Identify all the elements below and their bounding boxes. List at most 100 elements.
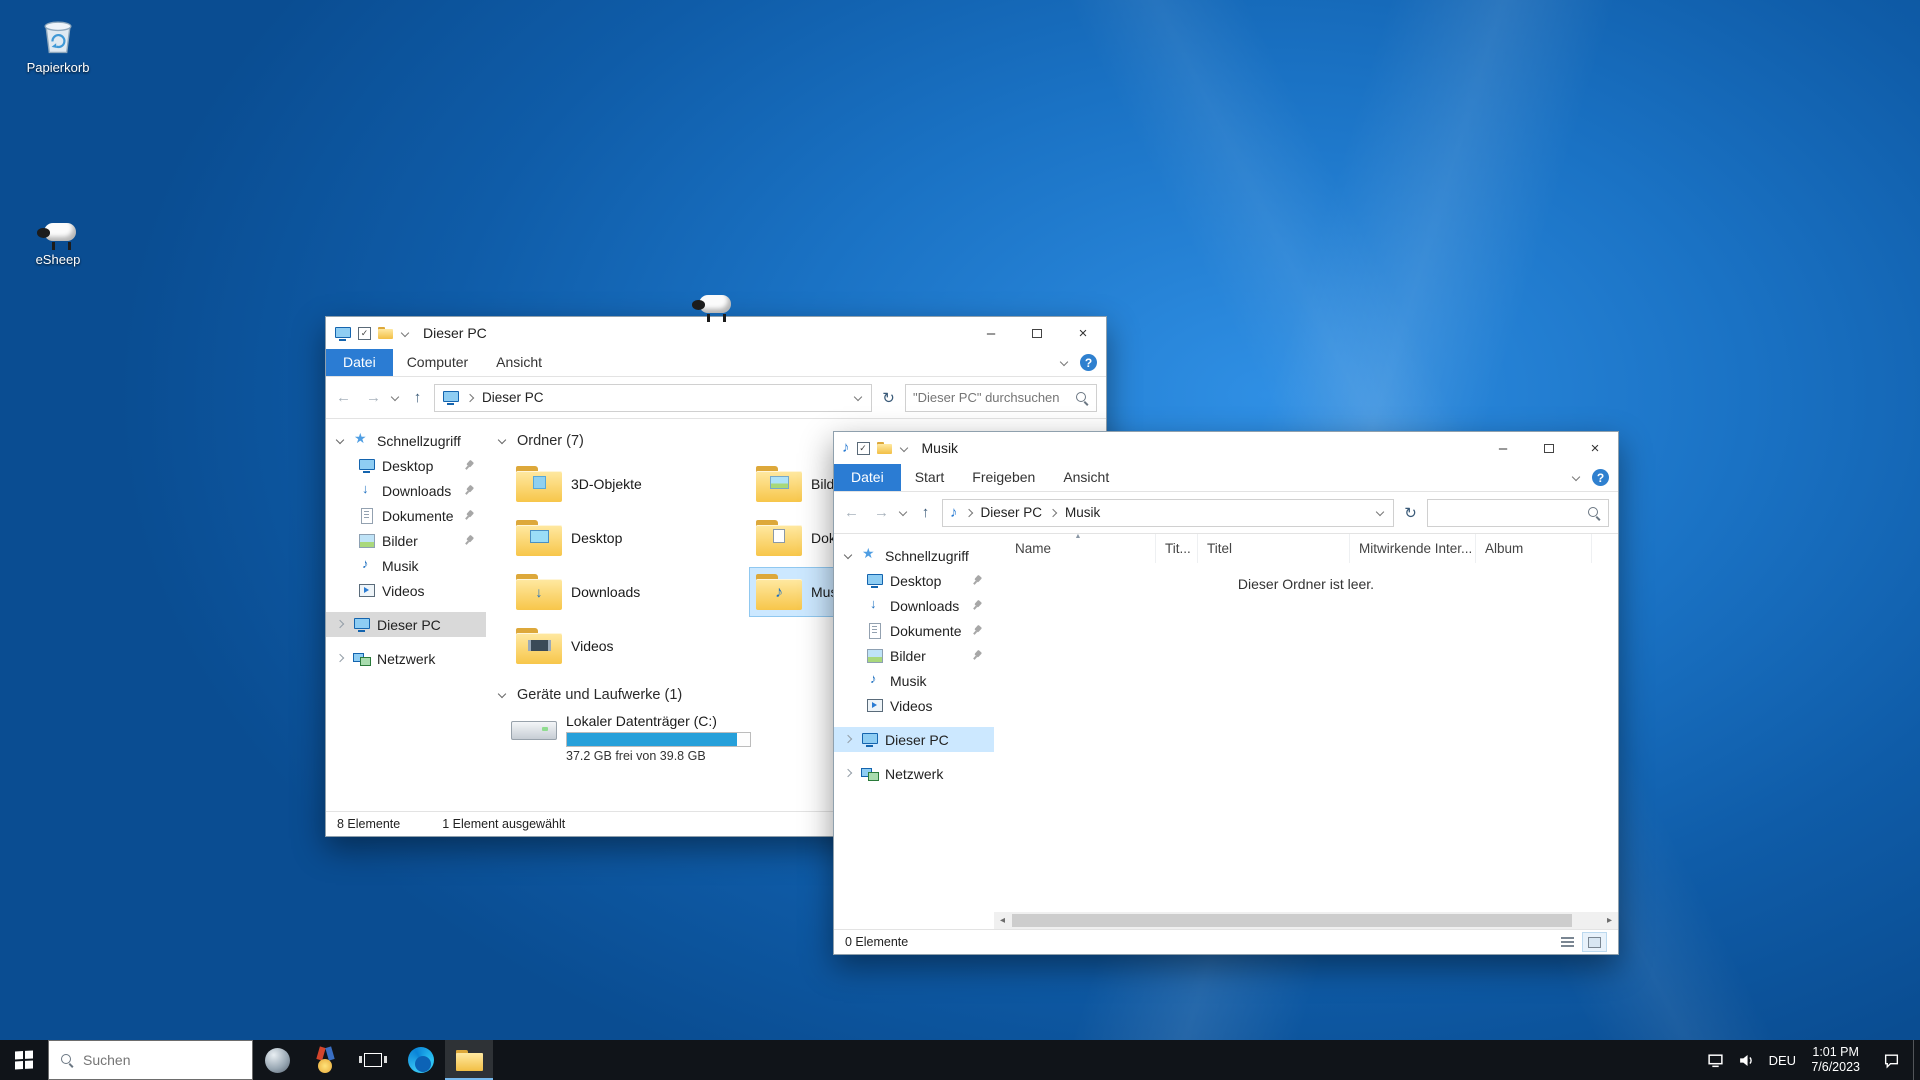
qat-new-folder-icon[interactable] (378, 327, 393, 339)
refresh-button[interactable]: ↻ (1397, 499, 1424, 526)
horizontal-scrollbar[interactable]: ◂ ▸ (994, 912, 1618, 929)
sidebar-item-bilder[interactable]: Bilder (326, 528, 486, 553)
expand-chevron-icon[interactable] (334, 619, 346, 631)
breadcrumb-this-pc[interactable]: Dieser PC (981, 505, 1043, 520)
close-button[interactable]: × (1572, 432, 1618, 464)
sidebar-item-downloads[interactable]: Downloads (834, 593, 994, 618)
tab-ansicht[interactable]: Ansicht (1049, 464, 1123, 491)
forward-button[interactable]: → (360, 384, 387, 411)
sidebar-item-this-pc[interactable]: Dieser PC (326, 612, 486, 637)
up-button[interactable]: ↑ (404, 384, 431, 411)
expand-chevron-icon[interactable] (842, 550, 854, 562)
folder-tile-downloads[interactable]: Downloads (510, 568, 742, 616)
breadcrumb-chevron-icon[interactable] (1049, 508, 1058, 517)
tab-start[interactable]: Start (901, 464, 959, 491)
tab-datei[interactable]: Datei (326, 349, 393, 376)
column-header-album[interactable]: Album (1476, 534, 1592, 563)
column-header-mitwirkende[interactable]: Mitwirkende Inter... (1350, 534, 1476, 563)
address-dropdown-icon[interactable] (853, 392, 864, 403)
expand-chevron-icon[interactable] (842, 734, 854, 746)
search-input[interactable] (913, 390, 1069, 405)
large-icons-view-button[interactable] (1582, 932, 1607, 952)
sidebar-item-videos[interactable]: Videos (326, 578, 486, 603)
sidebar-item-desktop[interactable]: Desktop (834, 568, 994, 593)
breadcrumb-this-pc[interactable]: Dieser PC (482, 390, 544, 405)
help-icon[interactable]: ? (1080, 354, 1097, 371)
maximize-button[interactable] (1526, 432, 1572, 464)
sidebar-item-this-pc[interactable]: Dieser PC (834, 727, 994, 752)
search-box[interactable] (1427, 499, 1609, 527)
minimize-button[interactable]: – (968, 317, 1014, 349)
action-center-icon[interactable] (1869, 1040, 1913, 1080)
search-box[interactable] (905, 384, 1097, 412)
sidebar-item-bilder[interactable]: Bilder (834, 643, 994, 668)
sidebar-item-netzwerk[interactable]: Netzwerk (326, 646, 486, 671)
scroll-right-icon[interactable]: ▸ (1601, 912, 1618, 929)
column-header-titel[interactable]: Titel (1198, 534, 1350, 563)
breadcrumb-chevron-icon[interactable] (466, 393, 475, 402)
tab-freigeben[interactable]: Freigeben (958, 464, 1049, 491)
details-view-button[interactable] (1555, 932, 1580, 952)
recent-locations-icon[interactable] (898, 507, 909, 518)
sidebar-item-dokumente[interactable]: Dokumente (834, 618, 994, 643)
desktop-icon-recycle-bin[interactable]: Papierkorb (12, 8, 104, 75)
collapse-chevron-icon[interactable] (496, 689, 508, 701)
tab-computer[interactable]: Computer (393, 349, 482, 376)
sidebar-item-netzwerk[interactable]: Netzwerk (834, 761, 994, 786)
sidebar-item-videos[interactable]: Videos (834, 693, 994, 718)
folder-tile-3d-objekte[interactable]: 3D-Objekte (510, 460, 742, 508)
breadcrumb-chevron-icon[interactable] (965, 508, 974, 517)
sidebar-item-musik[interactable]: Musik (834, 668, 994, 693)
address-dropdown-icon[interactable] (1375, 507, 1386, 518)
sidebar-item-dokumente[interactable]: Dokumente (326, 503, 486, 528)
taskbar-app-file-explorer[interactable] (445, 1040, 493, 1080)
breadcrumb-musik[interactable]: Musik (1065, 505, 1100, 520)
back-button[interactable]: ← (838, 499, 865, 526)
sidebar-item-downloads[interactable]: Downloads (326, 478, 486, 503)
desktop-icon-esheep[interactable]: eSheep (12, 200, 104, 267)
forward-button[interactable]: → (868, 499, 895, 526)
back-button[interactable]: ← (330, 384, 357, 411)
address-bar[interactable]: ♪ Dieser PC Musik (942, 499, 1394, 527)
language-indicator[interactable]: DEU (1762, 1053, 1802, 1068)
taskbar-search[interactable] (48, 1040, 253, 1080)
start-button[interactable] (0, 1040, 48, 1080)
ribbon-expand-icon[interactable] (1059, 357, 1070, 368)
sidebar-item-quick-access[interactable]: Schnellzugriff (326, 428, 486, 453)
close-button[interactable]: × (1060, 317, 1106, 349)
sidebar-item-quick-access[interactable]: Schnellzugriff (834, 543, 994, 568)
qat-new-folder-icon[interactable] (877, 442, 892, 454)
volume-icon[interactable] (1731, 1040, 1762, 1080)
ribbon-expand-icon[interactable] (1571, 472, 1582, 483)
collapse-chevron-icon[interactable] (496, 435, 508, 447)
tab-ansicht[interactable]: Ansicht (482, 349, 556, 376)
taskbar-app-sphere[interactable] (253, 1040, 301, 1080)
up-button[interactable]: ↑ (912, 499, 939, 526)
sidebar-item-musik[interactable]: Musik (326, 553, 486, 578)
help-icon[interactable]: ? (1592, 469, 1609, 486)
search-input[interactable] (1435, 505, 1581, 520)
tab-datei[interactable]: Datei (834, 464, 901, 491)
address-bar[interactable]: Dieser PC (434, 384, 872, 412)
recent-locations-icon[interactable] (390, 392, 401, 403)
qat-properties-icon[interactable]: ✓ (857, 442, 870, 455)
show-desktop-button[interactable] (1913, 1040, 1920, 1080)
column-header-titelnummer[interactable]: Tit... (1156, 534, 1198, 563)
taskbar-app-edge[interactable] (397, 1040, 445, 1080)
maximize-button[interactable] (1014, 317, 1060, 349)
folder-tile-videos[interactable]: Videos (510, 622, 742, 670)
expand-chevron-icon[interactable] (334, 653, 346, 665)
expand-chevron-icon[interactable] (334, 435, 346, 447)
task-view-button[interactable] (349, 1040, 397, 1080)
folder-tile-desktop[interactable]: Desktop (510, 514, 742, 562)
esheep-sprite[interactable] (690, 292, 736, 322)
scroll-left-icon[interactable]: ◂ (994, 912, 1011, 929)
column-header-name[interactable]: ▲ Name (1006, 534, 1156, 563)
refresh-button[interactable]: ↻ (875, 384, 902, 411)
network-icon[interactable] (1700, 1040, 1731, 1080)
expand-chevron-icon[interactable] (842, 768, 854, 780)
clock[interactable]: 1:01 PM 7/6/2023 (1802, 1045, 1869, 1075)
file-list-area[interactable]: Dieser Ordner ist leer. (994, 563, 1618, 912)
scrollbar-thumb[interactable] (1012, 914, 1572, 927)
taskbar-search-input[interactable] (83, 1052, 241, 1068)
